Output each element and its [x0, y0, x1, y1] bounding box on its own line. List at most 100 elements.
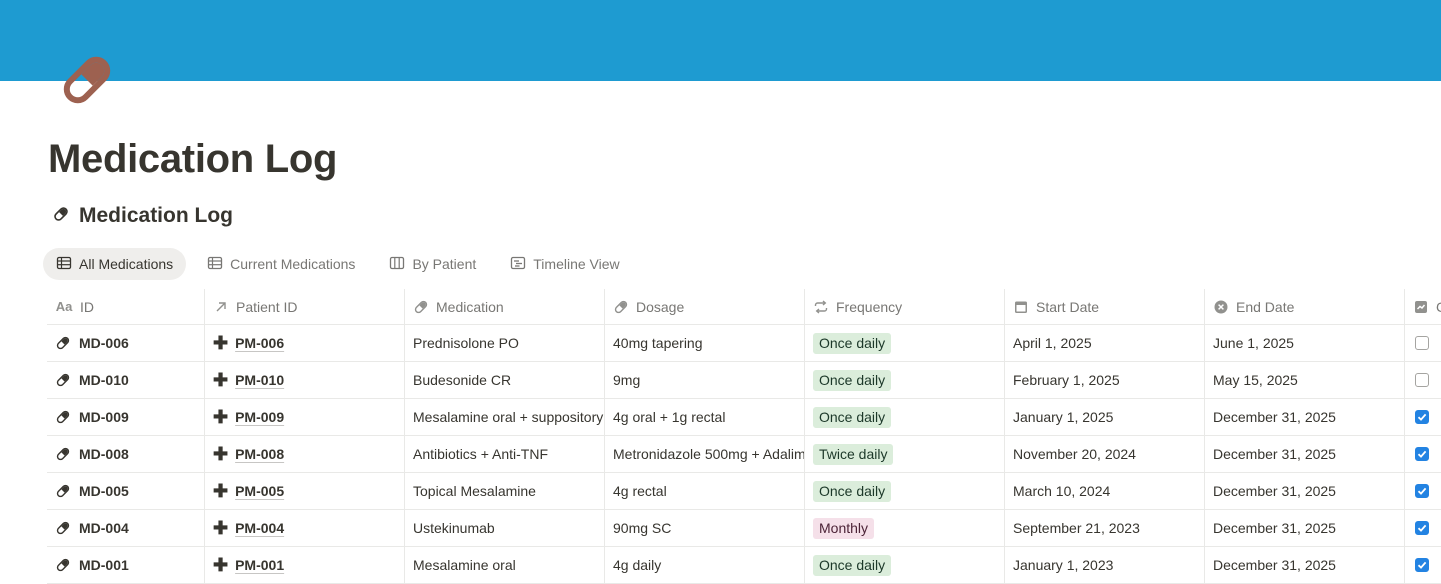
cell-medication[interactable]: Topical Mesalamine	[405, 473, 605, 509]
cell-frequency[interactable]: Once daily	[805, 473, 1005, 509]
cross-icon: ✚	[213, 555, 229, 575]
cell-dosage[interactable]: 4g rectal	[605, 473, 805, 509]
patient-link[interactable]: PM-009	[235, 409, 284, 425]
tab-all-medications[interactable]: All Medications	[43, 248, 187, 280]
record-id[interactable]: MD-009	[79, 409, 129, 425]
column-header-start-date[interactable]: Start Date	[1005, 289, 1205, 324]
cell-medication[interactable]: Ustekinumab	[405, 510, 605, 546]
checkbox-column-icon	[1413, 299, 1429, 315]
cell-dosage[interactable]: 4g daily	[605, 547, 805, 583]
cell-start-date[interactable]: February 1, 2025	[1005, 362, 1205, 398]
cell-dosage[interactable]: Metronidazole 500mg + Adalim	[605, 436, 805, 472]
table-row[interactable]: MD-010 ✚ PM-010 Budesonide CR 9mg Once daily F…	[47, 362, 1441, 399]
cell-patient-id[interactable]: ✚ PM-009	[205, 399, 405, 435]
patient-link[interactable]: PM-008	[235, 446, 284, 462]
cell-patient-id[interactable]: ✚ PM-004	[205, 510, 405, 546]
column-header-dosage[interactable]: Dosage	[605, 289, 805, 324]
cell-dosage[interactable]: 90mg SC	[605, 510, 805, 546]
row-checkbox[interactable]	[1415, 521, 1429, 535]
cell-medication[interactable]: Antibiotics + Anti-TNF	[405, 436, 605, 472]
row-checkbox[interactable]	[1415, 447, 1429, 461]
patient-link[interactable]: PM-010	[235, 372, 284, 388]
table-row[interactable]: MD-001 ✚ PM-001 Mesalamine oral 4g daily Once…	[47, 547, 1441, 584]
record-id[interactable]: MD-008	[79, 446, 129, 462]
record-id[interactable]: MD-004	[79, 520, 129, 536]
cell-medication[interactable]: Prednisolone PO	[405, 325, 605, 361]
cell-frequency[interactable]: Monthly	[805, 510, 1005, 546]
column-header-medication[interactable]: Medication	[405, 289, 605, 324]
cell-patient-id[interactable]: ✚ PM-010	[205, 362, 405, 398]
cell-frequency[interactable]: Once daily	[805, 547, 1005, 583]
row-checkbox[interactable]	[1415, 558, 1429, 572]
cell-frequency[interactable]: Once daily	[805, 362, 1005, 398]
row-checkbox[interactable]	[1415, 484, 1429, 498]
cell-start-date[interactable]: January 1, 2023	[1005, 547, 1205, 583]
cell-checkbox	[1405, 325, 1441, 361]
pill-icon[interactable]	[55, 48, 119, 112]
cell-medication[interactable]: Mesalamine oral + suppository	[405, 399, 605, 435]
cell-id[interactable]: MD-009	[47, 399, 205, 435]
cell-medication[interactable]: Mesalamine oral	[405, 547, 605, 583]
cell-frequency[interactable]: Twice daily	[805, 436, 1005, 472]
tab-timeline-view[interactable]: Timeline View	[497, 248, 632, 280]
calendar-icon	[1013, 299, 1029, 315]
cell-end-date[interactable]: December 31, 2025	[1205, 436, 1405, 472]
cell-id[interactable]: MD-010	[47, 362, 205, 398]
row-checkbox[interactable]	[1415, 336, 1429, 350]
cell-patient-id[interactable]: ✚ PM-005	[205, 473, 405, 509]
patient-link[interactable]: PM-004	[235, 520, 284, 536]
table-row[interactable]: MD-006 ✚ PM-006 Prednisolone PO 40mg taperin…	[47, 325, 1441, 362]
column-header-end-date[interactable]: End Date	[1205, 289, 1405, 324]
record-id[interactable]: MD-006	[79, 335, 129, 351]
cell-checkbox	[1405, 547, 1441, 583]
cell-end-date[interactable]: December 31, 2025	[1205, 510, 1405, 546]
frequency-tag: Once daily	[813, 554, 892, 576]
cell-end-date[interactable]: December 31, 2025	[1205, 399, 1405, 435]
cell-id[interactable]: MD-006	[47, 325, 205, 361]
cell-patient-id[interactable]: ✚ PM-008	[205, 436, 405, 472]
cell-start-date[interactable]: January 1, 2025	[1005, 399, 1205, 435]
column-header-frequency[interactable]: Frequency	[805, 289, 1005, 324]
tab-current-medications[interactable]: Current Medications	[194, 248, 368, 280]
record-id[interactable]: MD-010	[79, 372, 129, 388]
column-label: ID	[80, 298, 94, 315]
cell-id[interactable]: MD-004	[47, 510, 205, 546]
record-id[interactable]: MD-001	[79, 557, 129, 573]
cell-frequency[interactable]: Once daily	[805, 325, 1005, 361]
table-row[interactable]: MD-004 ✚ PM-004 Ustekinumab 90mg SC Monthly Se…	[47, 510, 1441, 547]
cell-start-date[interactable]: November 20, 2024	[1005, 436, 1205, 472]
row-checkbox[interactable]	[1415, 410, 1429, 424]
column-header-id[interactable]: Aa ID	[47, 289, 205, 324]
tab-by-patient[interactable]: By Patient	[376, 248, 489, 280]
cell-id[interactable]: MD-005	[47, 473, 205, 509]
table-row[interactable]: MD-005 ✚ PM-005 Topical Mesalamine 4g rectal…	[47, 473, 1441, 510]
cell-start-date[interactable]: April 1, 2025	[1005, 325, 1205, 361]
table-row[interactable]: MD-008 ✚ PM-008 Antibiotics + Anti-TNF Metro…	[47, 436, 1441, 473]
cell-start-date[interactable]: March 10, 2024	[1005, 473, 1205, 509]
patient-link[interactable]: PM-005	[235, 483, 284, 499]
cell-end-date[interactable]: May 15, 2025	[1205, 362, 1405, 398]
cell-end-date[interactable]: June 1, 2025	[1205, 325, 1405, 361]
cell-start-date[interactable]: September 21, 2023	[1005, 510, 1205, 546]
cell-patient-id[interactable]: ✚ PM-001	[205, 547, 405, 583]
cell-id[interactable]: MD-008	[47, 436, 205, 472]
table-row[interactable]: MD-009 ✚ PM-009 Mesalamine oral + supposito…	[47, 399, 1441, 436]
cell-frequency[interactable]: Once daily	[805, 399, 1005, 435]
cell-medication[interactable]: Budesonide CR	[405, 362, 605, 398]
table-body: MD-006 ✚ PM-006 Prednisolone PO 40mg taperin…	[47, 325, 1441, 584]
row-checkbox[interactable]	[1415, 373, 1429, 387]
cell-id[interactable]: MD-001	[47, 547, 205, 583]
cell-dosage[interactable]: 4g oral + 1g rectal	[605, 399, 805, 435]
patient-link[interactable]: PM-001	[235, 557, 284, 573]
cell-patient-id[interactable]: ✚ PM-006	[205, 325, 405, 361]
frequency-tag: Monthly	[813, 517, 875, 539]
cell-dosage[interactable]: 9mg	[605, 362, 805, 398]
patient-link[interactable]: PM-006	[235, 335, 284, 351]
column-header-checkbox[interactable]: C	[1405, 289, 1441, 324]
cell-end-date[interactable]: December 31, 2025	[1205, 473, 1405, 509]
column-header-patient-id[interactable]: Patient ID	[205, 289, 405, 324]
cell-end-date[interactable]: December 31, 2025	[1205, 547, 1405, 583]
record-id[interactable]: MD-005	[79, 483, 129, 499]
database-title[interactable]: Medication Log	[52, 204, 233, 228]
cell-dosage[interactable]: 40mg tapering	[605, 325, 805, 361]
